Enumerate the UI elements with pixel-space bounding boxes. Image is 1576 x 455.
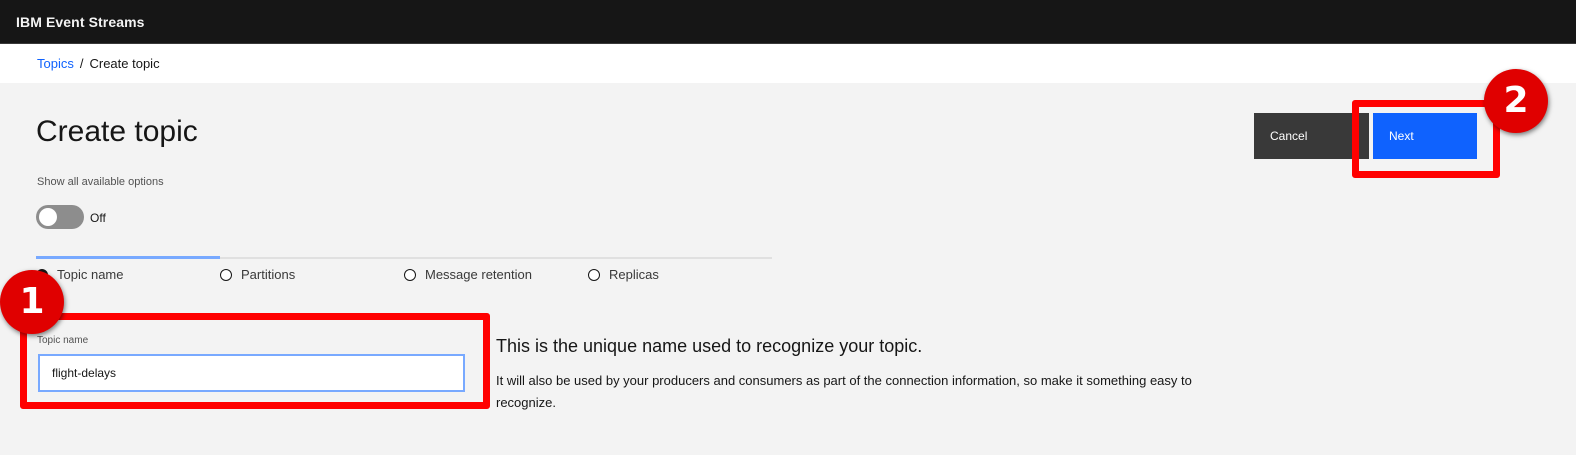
help-title: This is the unique name used to recogniz… [496, 336, 923, 356]
app-title[interactable]: IBM Event Streams [16, 14, 145, 30]
toggle-knob [39, 208, 57, 226]
annotation-badge-1: 1 [0, 270, 64, 334]
breadcrumb-separator: / [79, 56, 84, 71]
step-label: Replicas [609, 267, 659, 282]
toggle-state-text: Off [90, 211, 106, 225]
annotation-badge-2: 2 [1484, 69, 1548, 133]
show-all-options-toggle[interactable] [36, 205, 84, 229]
page-title: Create topic [36, 115, 198, 148]
step-label: Message retention [425, 267, 532, 282]
step-message-retention[interactable]: Message retention [404, 267, 532, 282]
step-replicas[interactable]: Replicas [588, 267, 659, 282]
breadcrumb-current: Create topic [89, 56, 160, 71]
step-label: Partitions [241, 267, 296, 282]
step-partitions[interactable]: Partitions [220, 267, 295, 282]
progress-active-indicator [36, 256, 220, 259]
top-navigation-bar: IBM Event Streams [0, 0, 1576, 44]
breadcrumb-bar [0, 44, 1576, 83]
breadcrumb: Topics / Create topic [37, 56, 160, 71]
annotation-highlight-input [20, 313, 490, 409]
step-label: Topic name [57, 267, 124, 282]
show-all-options-label: Show all available options [37, 176, 164, 188]
step-incomplete-icon [404, 268, 416, 281]
help-body: It will also be used by your producers a… [496, 373, 1192, 410]
breadcrumb-topics-link[interactable]: Topics [37, 56, 74, 71]
step-incomplete-icon [588, 268, 600, 281]
annotation-highlight-next [1352, 100, 1500, 178]
step-incomplete-icon [220, 268, 232, 281]
